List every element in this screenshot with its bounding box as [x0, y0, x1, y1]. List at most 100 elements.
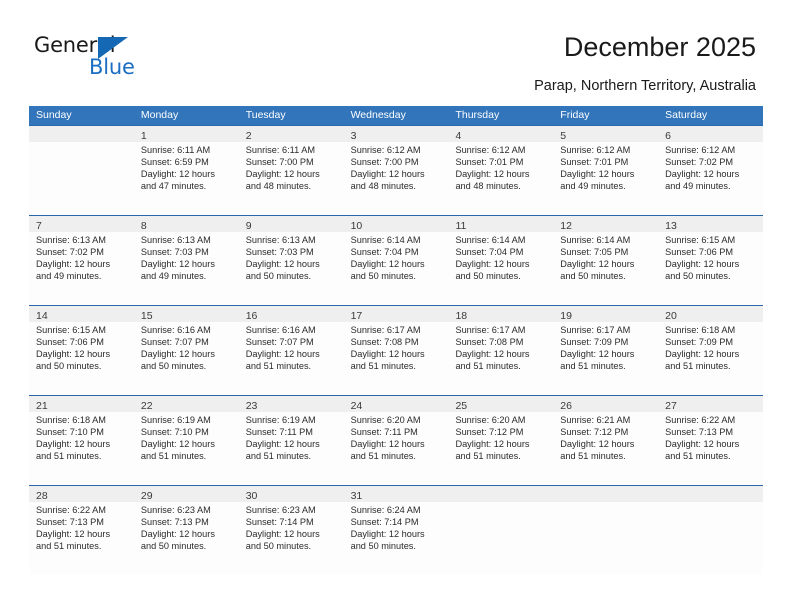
day-details: Sunrise: 6:17 AM Sunset: 7:08 PM Dayligh… [344, 322, 449, 373]
weekday-header-wednesday: Wednesday [350, 109, 406, 121]
daylight-text-line1: Daylight: 12 hours [245, 438, 320, 449]
daylight-text-line2: and 50 minutes. [140, 360, 207, 371]
day-number-band: 2 [238, 126, 344, 142]
calendar-day-cell[interactable]: 14 Sunrise: 6:15 AM Sunset: 7:06 PM Dayl… [29, 306, 134, 395]
daylight-text-line1: Daylight: 12 hours [36, 258, 111, 269]
day-details: Sunrise: 6:14 AM Sunset: 7:04 PM Dayligh… [448, 232, 553, 283]
calendar-day-cell[interactable]: 19 Sunrise: 6:17 AM Sunset: 7:09 PM Dayl… [553, 306, 659, 395]
daylight-text-line2: and 50 minutes. [350, 540, 416, 551]
day-number: 25 [455, 400, 468, 412]
logo-text-blue: Blue [89, 55, 135, 79]
sunrise-text: Sunrise: 6:21 AM [560, 415, 631, 425]
day-details: Sunrise: 6:23 AM Sunset: 7:14 PM Dayligh… [239, 502, 344, 553]
calendar-day-cell[interactable]: 25 Sunrise: 6:20 AM Sunset: 7:12 PM Dayl… [448, 396, 554, 485]
page-title: December 2025 [563, 32, 756, 62]
day-number-band [553, 486, 659, 502]
sunset-text: Sunset: 7:08 PM [350, 336, 419, 347]
daylight-text-line1: Daylight: 12 hours [350, 348, 425, 359]
daylight-text-line2: and 50 minutes. [36, 360, 102, 371]
calendar-day-cell[interactable]: 23 Sunrise: 6:19 AM Sunset: 7:11 PM Dayl… [238, 396, 344, 485]
day-number-band: 24 [343, 396, 449, 412]
sunset-text: Sunset: 7:02 PM [36, 246, 104, 257]
day-number: 9 [245, 220, 252, 232]
sunset-text: Sunset: 7:14 PM [245, 516, 314, 527]
day-details: Sunrise: 6:13 AM Sunset: 7:03 PM Dayligh… [239, 232, 344, 283]
calendar-day-cell[interactable]: 20 Sunrise: 6:18 AM Sunset: 7:09 PM Dayl… [658, 306, 764, 395]
daylight-text-line1: Daylight: 12 hours [665, 438, 740, 449]
daylight-text-line2: and 50 minutes. [455, 270, 521, 281]
sunrise-text: Sunrise: 6:19 AM [245, 415, 316, 425]
daylight-text-line2: and 50 minutes. [245, 270, 312, 281]
day-number-band: 14 [29, 306, 134, 322]
calendar-day-cell[interactable]: 21 Sunrise: 6:18 AM Sunset: 7:10 PM Dayl… [29, 396, 134, 485]
day-number: 8 [140, 220, 147, 232]
calendar-day-cell[interactable] [553, 486, 659, 575]
calendar-day-cell[interactable]: 10 Sunrise: 6:14 AM Sunset: 7:04 PM Dayl… [343, 216, 449, 305]
calendar-day-cell[interactable]: 28 Sunrise: 6:22 AM Sunset: 7:13 PM Dayl… [29, 486, 134, 575]
calendar-day-cell[interactable]: 1 Sunrise: 6:11 AM Sunset: 6:59 PM Dayli… [133, 126, 239, 215]
calendar-week-row: 21 Sunrise: 6:18 AM Sunset: 7:10 PM Dayl… [29, 395, 764, 485]
calendar-day-cell[interactable]: 26 Sunrise: 6:21 AM Sunset: 7:12 PM Dayl… [553, 396, 659, 485]
calendar-day-cell[interactable]: 30 Sunrise: 6:23 AM Sunset: 7:14 PM Dayl… [238, 486, 344, 575]
day-number: 7 [36, 220, 42, 232]
calendar-week-row: 1 Sunrise: 6:11 AM Sunset: 6:59 PM Dayli… [29, 125, 764, 215]
sunrise-text: Sunrise: 6:17 AM [560, 325, 631, 335]
daylight-text-line2: and 50 minutes. [140, 540, 207, 551]
calendar-day-cell[interactable]: 22 Sunrise: 6:19 AM Sunset: 7:10 PM Dayl… [133, 396, 239, 485]
sunset-text: Sunset: 7:12 PM [560, 426, 629, 437]
calendar-day-cell[interactable]: 2 Sunrise: 6:11 AM Sunset: 7:00 PM Dayli… [238, 126, 344, 215]
calendar-day-cell[interactable]: 15 Sunrise: 6:16 AM Sunset: 7:07 PM Dayl… [133, 306, 239, 395]
calendar-day-cell[interactable]: 27 Sunrise: 6:22 AM Sunset: 7:13 PM Dayl… [658, 396, 764, 485]
weekday-header-saturday: Saturday [665, 109, 708, 121]
day-details: Sunrise: 6:19 AM Sunset: 7:10 PM Dayligh… [134, 412, 239, 463]
day-details: Sunrise: 6:21 AM Sunset: 7:12 PM Dayligh… [553, 412, 658, 463]
calendar-day-cell[interactable]: 12 Sunrise: 6:14 AM Sunset: 7:05 PM Dayl… [553, 216, 659, 305]
calendar-day-cell[interactable] [448, 486, 554, 575]
day-number: 6 [665, 130, 671, 142]
day-number: 30 [245, 490, 258, 502]
daylight-text-line1: Daylight: 12 hours [455, 168, 530, 179]
day-number-band: 8 [133, 216, 239, 232]
day-number-band [448, 486, 554, 502]
day-number-band: 31 [343, 486, 449, 502]
sunset-text: Sunset: 7:05 PM [560, 246, 629, 257]
daylight-text-line2: and 50 minutes. [560, 270, 626, 281]
generalblue-logo[interactable]: General Blue [34, 33, 164, 83]
calendar-day-cell[interactable]: 9 Sunrise: 6:13 AM Sunset: 7:03 PM Dayli… [238, 216, 344, 305]
calendar-day-cell[interactable]: 7 Sunrise: 6:13 AM Sunset: 7:02 PM Dayli… [29, 216, 134, 305]
calendar-day-cell[interactable] [658, 486, 764, 575]
calendar-day-cell[interactable] [29, 126, 134, 215]
daylight-text-line1: Daylight: 12 hours [140, 168, 215, 179]
calendar-day-cell[interactable]: 11 Sunrise: 6:14 AM Sunset: 7:04 PM Dayl… [448, 216, 554, 305]
day-number: 12 [560, 220, 572, 232]
day-number: 24 [350, 400, 363, 412]
calendar-day-cell[interactable]: 4 Sunrise: 6:12 AM Sunset: 7:01 PM Dayli… [448, 126, 554, 215]
daylight-text-line2: and 49 minutes. [665, 180, 731, 191]
calendar-day-cell[interactable]: 18 Sunrise: 6:17 AM Sunset: 7:08 PM Dayl… [448, 306, 554, 395]
sunrise-text: Sunrise: 6:14 AM [560, 235, 631, 245]
sunset-text: Sunset: 7:01 PM [560, 156, 629, 167]
daylight-text-line2: and 48 minutes. [245, 180, 312, 191]
calendar-week-row: 14 Sunrise: 6:15 AM Sunset: 7:06 PM Dayl… [29, 305, 764, 395]
sunset-text: Sunset: 7:10 PM [36, 426, 104, 437]
daylight-text-line1: Daylight: 12 hours [350, 168, 425, 179]
calendar-day-cell[interactable]: 8 Sunrise: 6:13 AM Sunset: 7:03 PM Dayli… [133, 216, 239, 305]
sunset-text: Sunset: 7:07 PM [140, 336, 209, 347]
daylight-text-line1: Daylight: 12 hours [140, 528, 215, 539]
calendar-day-cell[interactable]: 3 Sunrise: 6:12 AM Sunset: 7:00 PM Dayli… [343, 126, 449, 215]
calendar-day-cell[interactable]: 5 Sunrise: 6:12 AM Sunset: 7:01 PM Dayli… [553, 126, 659, 215]
weekday-header-sunday: Sunday [36, 109, 72, 121]
daylight-text-line1: Daylight: 12 hours [665, 258, 740, 269]
day-number: 11 [455, 220, 467, 232]
day-number: 4 [455, 130, 462, 142]
calendar-day-cell[interactable]: 6 Sunrise: 6:12 AM Sunset: 7:02 PM Dayli… [658, 126, 764, 215]
calendar-day-cell[interactable]: 16 Sunrise: 6:16 AM Sunset: 7:07 PM Dayl… [238, 306, 344, 395]
calendar-day-cell[interactable]: 31 Sunrise: 6:24 AM Sunset: 7:14 PM Dayl… [343, 486, 449, 575]
page-header: General Blue December 2025 Parap, Northe… [0, 0, 792, 104]
calendar-day-cell[interactable]: 29 Sunrise: 6:23 AM Sunset: 7:13 PM Dayl… [133, 486, 239, 575]
day-number: 22 [140, 400, 153, 412]
calendar-day-cell[interactable]: 17 Sunrise: 6:17 AM Sunset: 7:08 PM Dayl… [343, 306, 449, 395]
calendar-day-cell[interactable]: 24 Sunrise: 6:20 AM Sunset: 7:11 PM Dayl… [343, 396, 449, 485]
daylight-text-line2: and 51 minutes. [455, 450, 521, 461]
calendar-day-cell[interactable]: 13 Sunrise: 6:15 AM Sunset: 7:06 PM Dayl… [658, 216, 764, 305]
